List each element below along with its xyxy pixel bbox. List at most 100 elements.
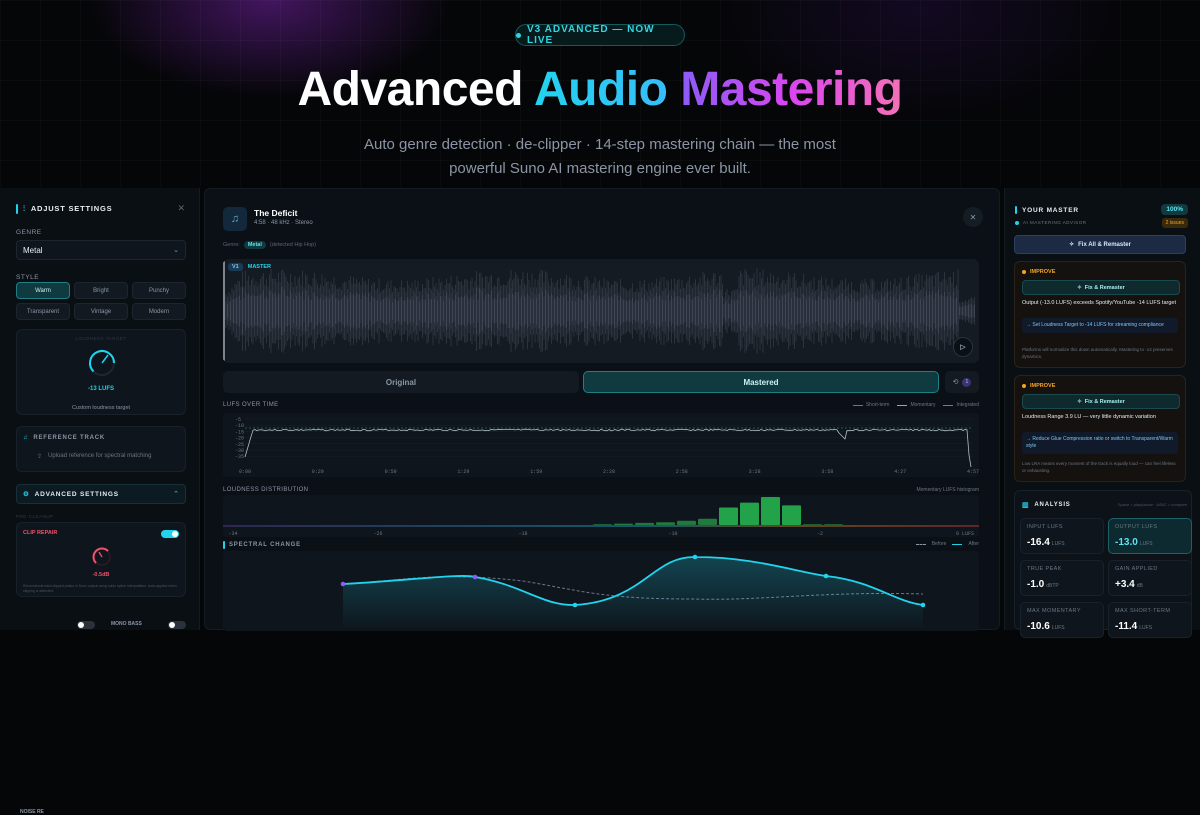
lufs-x-tick: 0:59 — [385, 469, 397, 475]
clip-repair-title: CLIP REPAIR — [23, 530, 58, 536]
distribution-x-tick: 0 LUFS — [956, 531, 974, 537]
lufs-chart: -5 -10 -15 -20 -25 -30 -35 0:00 0:29 0:59 1:29 1:59… — [223, 413, 979, 477]
stat-gain-applied: GAIN APPLIED +3.4 dB — [1108, 560, 1192, 596]
histogram-bar — [677, 520, 696, 525]
reference-upload-label: Upload reference for spectral matching — [48, 453, 152, 459]
hero-title: Advanced Audio Mastering — [0, 62, 1200, 117]
histogram-bar — [761, 497, 780, 525]
histogram-bar — [782, 505, 801, 525]
spectral-legend: Before After — [915, 541, 979, 547]
histogram-bar — [803, 524, 822, 525]
hero-title-word-2: Audio — [533, 63, 668, 116]
noise-reduction-toggle[interactable] — [77, 621, 95, 629]
wave-label: MASTER — [247, 264, 271, 270]
spectral-chart — [223, 551, 979, 631]
hero: V3 ADVANCED — NOW LIVE Advanced Audio Ma… — [0, 0, 1200, 186]
hero-subtitle-line-2: powerful Suno AI mastering engine ever b… — [449, 160, 751, 177]
histogram-bar — [824, 524, 843, 525]
histogram-bar — [719, 507, 738, 525]
lufs-x-tick: 0:00 — [239, 469, 251, 475]
lufs-x-tick: 4:57 — [967, 469, 979, 475]
lufs-legend: Short-term Momentary Integrated — [852, 402, 979, 408]
advisor-card-note: Platforms will normalize this down autom… — [1022, 347, 1173, 359]
genre-chip[interactable]: Metal — [243, 241, 266, 249]
genre-label: GENRE — [16, 229, 42, 236]
lufs-title: LUFS OVER TIME — [223, 402, 279, 408]
advisor-card: IMPROVE ✧ Fix & Remaster Loudness Range 3… — [1014, 375, 1186, 482]
fix-remaster-button[interactable]: ✧ Fix & Remaster — [1022, 394, 1180, 409]
stat-output-lufs: OUTPUT LUFS -13.0 LUFS — [1108, 518, 1192, 554]
style-option-punchy[interactable]: Punchy — [132, 282, 186, 299]
genre-select[interactable]: Metal ⌄ — [16, 240, 186, 260]
hero-title-word-3: Mastering — [680, 63, 903, 116]
tab-mastered[interactable]: Mastered — [583, 371, 939, 393]
hero-subtitle-line-1: Auto genre detection · de-clipper · 14-s… — [364, 136, 836, 153]
history-count: 1 — [962, 377, 972, 387]
track-title: The Deficit — [254, 208, 298, 218]
advisor-card-text: Output (-13.0 LUFS) exceeds Spotify/YouT… — [1022, 300, 1176, 306]
close-icon: ✕ — [969, 212, 977, 222]
waveform-svg — [223, 259, 975, 363]
close-track-button[interactable]: ✕ — [963, 207, 983, 227]
distribution-caption: Momentary LUFS histogram — [916, 487, 979, 493]
version-chip[interactable]: V1 — [228, 263, 243, 271]
music-note-icon: ♫ — [230, 213, 240, 225]
reference-upload[interactable]: ⇪ Upload reference for spectral matching — [37, 453, 151, 460]
fix-remaster-button[interactable]: ✧ Fix & Remaster — [1022, 280, 1180, 295]
style-option-transparent[interactable]: Transparent — [16, 303, 70, 320]
lufs-svg: -5-10-15-20-25-30-35 0:00 0:29 0:59 1:29 1:59… — [235, 417, 979, 475]
legend-item: Integrated — [943, 402, 979, 408]
play-button[interactable]: ▷ — [953, 337, 973, 357]
advanced-settings-header[interactable]: ⚙ ADVANCED SETTINGS ⌃ — [16, 484, 186, 504]
tab-original[interactable]: Original — [223, 371, 579, 393]
style-option-bright[interactable]: Bright — [74, 282, 128, 299]
histogram-bar — [635, 522, 654, 525]
clip-repair-card: CLIP REPAIR -0.5dB Reconstructs hard-cli… — [16, 522, 186, 597]
style-option-warm[interactable]: Warm — [16, 282, 70, 299]
stat-max-short-term: MAX SHORT-TERM -11.4 LUFS — [1108, 602, 1192, 638]
analysis-card: ▥ ANALYSIS Space = play/pause · A/B/C = … — [1014, 490, 1192, 638]
waveform[interactable]: V1 MASTER ▷ — [223, 259, 979, 363]
fix-all-label: Fix All & Remaster — [1078, 241, 1131, 248]
lufs-x-tick: 4:27 — [894, 469, 906, 475]
stat-true-peak: TRUE PEAK -1.0 dBTP — [1020, 560, 1104, 596]
close-icon[interactable]: ✕ — [177, 203, 185, 214]
distribution-x-tick: -10 — [668, 531, 677, 537]
loudness-dial[interactable] — [87, 348, 117, 378]
advisor-card-action[interactable]: → Reduce Glue Compression ratio or switc… — [1022, 432, 1178, 454]
spectral-svg — [340, 554, 926, 631]
fix-all-button[interactable]: ✧ Fix All & Remaster — [1014, 235, 1186, 254]
histogram-bar — [593, 524, 612, 525]
genre-label: Genre: — [223, 242, 240, 248]
loudness-header: LOUDNESS TARGET — [75, 336, 127, 341]
style-label: STYLE — [16, 274, 40, 281]
distribution-svg: -34 -26 -18 -10 -2 0 LUFS — [223, 497, 979, 537]
history-button[interactable]: ⟲ 1 — [945, 371, 979, 393]
analysis-title: ANALYSIS — [1034, 502, 1071, 508]
mono-bass-toggle[interactable] — [168, 621, 186, 629]
clip-repair-toggle[interactable] — [161, 530, 179, 538]
play-icon: ▷ — [960, 344, 966, 351]
player-panel: ♫ The Deficit 4:58 · 48 kHz · Stereo ✕ G… — [204, 188, 1000, 631]
style-option-vintage[interactable]: Vintage — [74, 303, 128, 320]
mono-bass-label: MONO BASS — [111, 621, 142, 627]
histogram-bar — [614, 523, 633, 525]
style-option-modern[interactable]: Modern — [132, 303, 186, 320]
distribution-x-tick: -18 — [518, 531, 527, 537]
clip-repair-value: -0.5dB — [92, 572, 110, 578]
lufs-x-tick: 3:28 — [749, 469, 761, 475]
histogram-bar — [656, 522, 675, 525]
settings-title: ADJUST SETTINGS — [30, 204, 113, 213]
advisor-card: IMPROVE ✧ Fix & Remaster Output (-13.0 LU… — [1014, 261, 1186, 368]
distribution-x-tick: -34 — [228, 531, 237, 537]
advisor-panel: YOUR MASTER 100% AI MASTERING ADVISOR 2 … — [1004, 188, 1200, 638]
sparkle-icon: ✧ — [1077, 398, 1082, 405]
lufs-x-tick: 0:29 — [312, 469, 324, 475]
advisor-card-action[interactable]: → Set Loudness Target to -14 LUFS for st… — [1022, 318, 1178, 333]
clip-repair-dial[interactable] — [91, 546, 113, 568]
sliders-icon: ⫶ — [23, 203, 26, 213]
distribution-chart: -34 -26 -18 -10 -2 0 LUFS — [223, 495, 979, 537]
loudness-value: -13 LUFS — [87, 386, 114, 392]
history-icon: ⟲ — [952, 379, 959, 386]
lufs-x-tick: 1:29 — [457, 469, 469, 475]
